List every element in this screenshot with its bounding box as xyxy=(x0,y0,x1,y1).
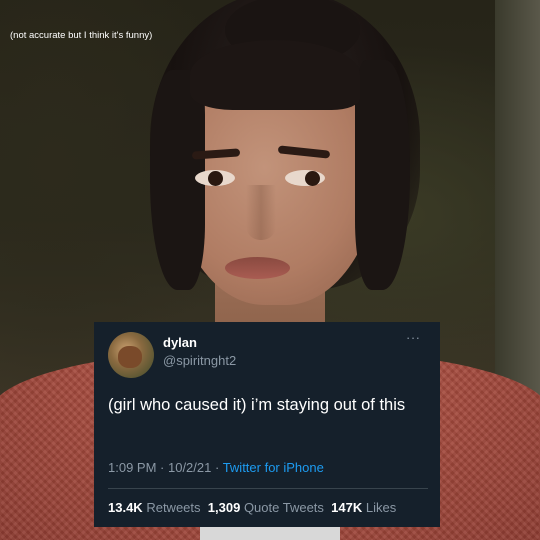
likes-label: Likes xyxy=(365,500,397,515)
hair-right xyxy=(355,60,410,290)
tweet-card[interactable]: dylan @spiritnght2 ··· (girl who caused … xyxy=(94,322,440,527)
avatar[interactable] xyxy=(108,332,154,378)
likes-stat[interactable]: 147K Likes xyxy=(331,500,396,515)
quote-tweets-label: Quote Tweets xyxy=(243,500,324,515)
hair-bangs xyxy=(190,40,360,110)
mouth xyxy=(225,257,290,279)
retweets-count: 13.4K xyxy=(108,500,143,515)
meta-separator: · xyxy=(156,460,168,475)
tweet-text: (girl who caused it) i’m staying out of … xyxy=(108,396,406,414)
likes-count: 147K xyxy=(331,500,363,515)
tweet-stats: 13.4K Retweets 1,309 Quote Tweets 147K L… xyxy=(108,500,396,515)
meta-separator: · xyxy=(211,460,223,475)
tweet-time[interactable]: 1:09 PM xyxy=(108,460,156,475)
quote-tweets-count: 1,309 xyxy=(207,500,241,515)
user-handle[interactable]: @spiritnght2 xyxy=(163,353,236,368)
right-eye xyxy=(285,170,325,186)
caption-text: (not accurate but I think it's funny) xyxy=(10,30,153,41)
retweets-stat[interactable]: 13.4K Retweets xyxy=(108,500,201,515)
left-eye xyxy=(195,170,235,186)
divider xyxy=(108,488,428,489)
tweet-date[interactable]: 10/2/21 xyxy=(168,460,211,475)
display-name[interactable]: dylan xyxy=(163,335,197,350)
tweet-meta: 1:09 PM · 10/2/21 · Twitter for iPhone xyxy=(108,460,324,475)
nose xyxy=(246,185,276,240)
more-options-icon[interactable]: ··· xyxy=(406,330,421,345)
quote-tweets-stat[interactable]: 1,309 Quote Tweets xyxy=(208,500,324,515)
avatar-dog-icon xyxy=(118,346,142,368)
retweets-label: Retweets xyxy=(146,500,201,515)
tweet-source-link[interactable]: Twitter for iPhone xyxy=(223,460,324,475)
